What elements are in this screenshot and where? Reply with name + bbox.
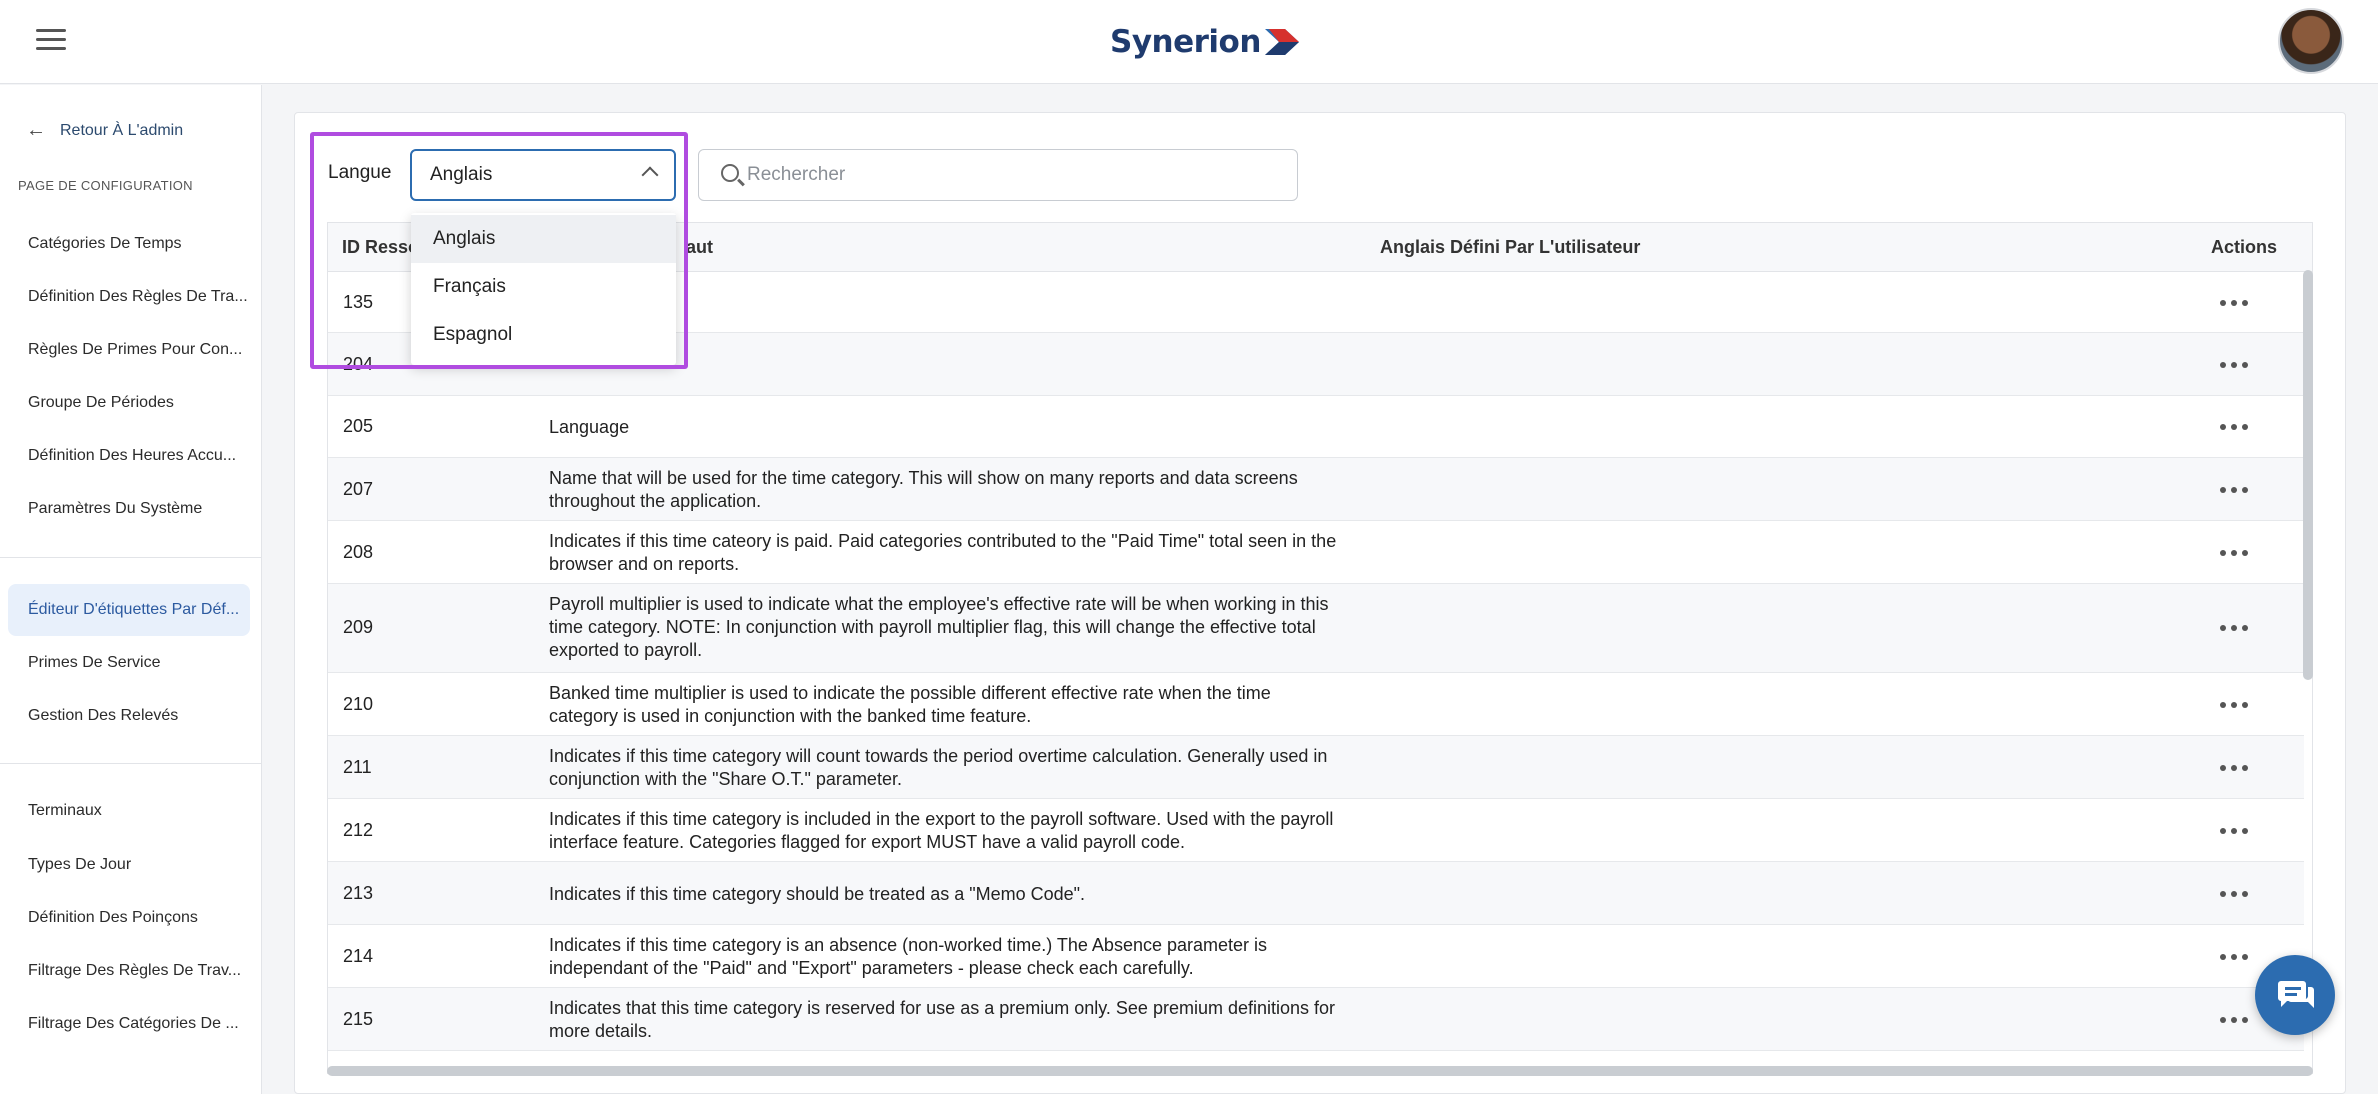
row-id: 212 xyxy=(343,820,374,840)
row-id: 207 xyxy=(343,479,374,499)
row-default-text: Name that will be used for the time cate… xyxy=(549,468,1298,511)
back-to-admin-link[interactable]: ← Retour À L'admin xyxy=(26,119,183,142)
column-header-default[interactable]: aut xyxy=(686,237,713,258)
row-id: 214 xyxy=(343,946,374,966)
row-id: 213 xyxy=(343,883,374,903)
sidebar: ← Retour À L'admin PAGE DE CONFIGURATION… xyxy=(0,85,262,1094)
table-row[interactable]: 210 Banked time multiplier is used to in… xyxy=(328,673,2304,736)
chat-button[interactable] xyxy=(2255,955,2335,1035)
row-id: 210 xyxy=(343,694,374,714)
sidebar-item-system-parameters[interactable]: Paramètres Du Système xyxy=(8,483,250,535)
row-id: 135 xyxy=(343,292,374,312)
language-select-value: Anglais xyxy=(430,164,493,185)
row-id: 209 xyxy=(343,617,374,637)
row-id: 204 xyxy=(343,354,374,374)
more-actions-icon[interactable] xyxy=(2220,484,2248,496)
more-actions-icon[interactable] xyxy=(2220,762,2248,774)
language-dropdown-menu: Anglais Français Espagnol xyxy=(411,213,676,365)
sidebar-item-time-categories[interactable]: Catégories De Temps xyxy=(8,218,250,270)
column-header-user-defined[interactable]: Anglais Défini Par L'utilisateur xyxy=(1380,237,1640,258)
row-default-text: Indicates if this time category is inclu… xyxy=(549,809,1334,852)
table-row[interactable]: 208 Indicates if this time cateory is pa… xyxy=(328,521,2304,584)
table-row[interactable]: 214 Indicates if this time category is a… xyxy=(328,925,2304,988)
back-to-admin-label: Retour À L'admin xyxy=(60,121,184,139)
search-icon xyxy=(721,164,739,182)
more-actions-icon[interactable] xyxy=(2220,951,2248,963)
sidebar-item-service-premiums[interactable]: Primes De Service xyxy=(8,637,250,689)
language-select[interactable]: Anglais xyxy=(410,149,676,201)
vertical-scrollbar[interactable] xyxy=(2303,270,2313,680)
row-id: 211 xyxy=(343,757,372,777)
user-avatar[interactable] xyxy=(2278,8,2344,74)
sidebar-item-premium-rules[interactable]: Règles De Primes Pour Con... xyxy=(8,324,250,376)
row-id: 215 xyxy=(343,1009,374,1029)
table-row[interactable]: 209 Payroll multiplier is used to indica… xyxy=(328,584,2304,673)
brand-logo[interactable]: Synerion xyxy=(1110,20,1301,64)
brand-flag-icon xyxy=(1264,29,1299,55)
row-default-text: Payroll multiplier is used to indicate w… xyxy=(549,594,1329,660)
more-actions-icon[interactable] xyxy=(2220,1014,2248,1026)
section-label: PAGE DE CONFIGURATION xyxy=(18,178,193,193)
sidebar-item-statement-management[interactable]: Gestion Des Relevés xyxy=(8,690,250,742)
row-default-text: Indicates if this time category should b… xyxy=(549,884,1086,904)
more-actions-icon[interactable] xyxy=(2220,825,2248,837)
more-actions-icon[interactable] xyxy=(2220,622,2248,634)
language-option-spanish[interactable]: Espagnol xyxy=(411,311,676,359)
more-actions-icon[interactable] xyxy=(2220,888,2248,900)
sidebar-item-label-editor[interactable]: Éditeur D'étiquettes Par Déf... xyxy=(8,584,250,636)
table-row[interactable]: 207 Name that will be used for the time … xyxy=(328,458,2304,521)
more-actions-icon[interactable] xyxy=(2220,547,2248,559)
chevron-up-icon xyxy=(641,166,659,184)
chat-icon xyxy=(2278,981,2314,1008)
sidebar-item-terminals[interactable]: Terminaux xyxy=(8,785,250,837)
language-option-french[interactable]: Français xyxy=(411,263,676,311)
more-actions-icon[interactable] xyxy=(2220,297,2248,309)
sidebar-item-work-rule-filtering[interactable]: Filtrage Des Règles De Trav... xyxy=(8,945,250,997)
more-actions-icon[interactable] xyxy=(2220,421,2248,433)
table-row[interactable]: 215 Indicates that this time category is… xyxy=(328,988,2304,1051)
horizontal-scrollbar[interactable] xyxy=(327,1066,2313,1076)
sidebar-item-day-types[interactable]: Types De Jour xyxy=(8,839,250,891)
row-default-text: Indicates that this time category is res… xyxy=(549,998,1336,1041)
more-actions-icon[interactable] xyxy=(2220,359,2248,371)
sidebar-item-work-rules[interactable]: Définition Des Règles De Tra... xyxy=(8,271,250,323)
search-box[interactable] xyxy=(698,149,1298,201)
divider xyxy=(0,557,262,558)
sidebar-item-accrued-hours[interactable]: Définition Des Heures Accu... xyxy=(8,430,250,482)
top-bar: Synerion xyxy=(0,0,2378,84)
more-actions-icon[interactable] xyxy=(2220,699,2248,711)
sidebar-item-punch-definitions[interactable]: Définition Des Poinçons xyxy=(8,892,250,944)
sidebar-item-category-filtering[interactable]: Filtrage Des Catégories De ... xyxy=(8,998,250,1050)
column-header-actions: Actions xyxy=(2211,237,2278,257)
divider xyxy=(0,763,262,764)
table-row[interactable]: 213 Indicates if this time category shou… xyxy=(328,862,2304,925)
row-id: 205 xyxy=(343,416,374,436)
language-label: Langue xyxy=(328,162,392,183)
language-option-english[interactable]: Anglais xyxy=(411,215,676,263)
menu-icon[interactable] xyxy=(36,29,66,53)
table-row[interactable]: 205 Language xyxy=(328,396,2304,458)
sidebar-item-period-groups[interactable]: Groupe De Périodes xyxy=(8,377,250,429)
search-input[interactable] xyxy=(747,160,1267,190)
row-id: 208 xyxy=(343,542,374,562)
table-row[interactable]: 212 Indicates if this time category is i… xyxy=(328,799,2304,862)
arrow-left-icon: ← xyxy=(26,119,46,141)
row-default-text: Banked time multiplier is used to indica… xyxy=(549,683,1271,726)
row-default-text: Indicates if this time category is an ab… xyxy=(549,935,1268,978)
row-default-text: Indicates if this time cateory is paid. … xyxy=(549,531,1337,574)
row-default-text: Indicates if this time category will cou… xyxy=(549,746,1328,789)
table-row[interactable]: 211 Indicates if this time category will… xyxy=(328,736,2304,799)
brand-name: Synerion xyxy=(1110,24,1261,60)
column-header-id[interactable]: ID Resso xyxy=(342,237,419,258)
row-default-text: Language xyxy=(549,417,630,437)
